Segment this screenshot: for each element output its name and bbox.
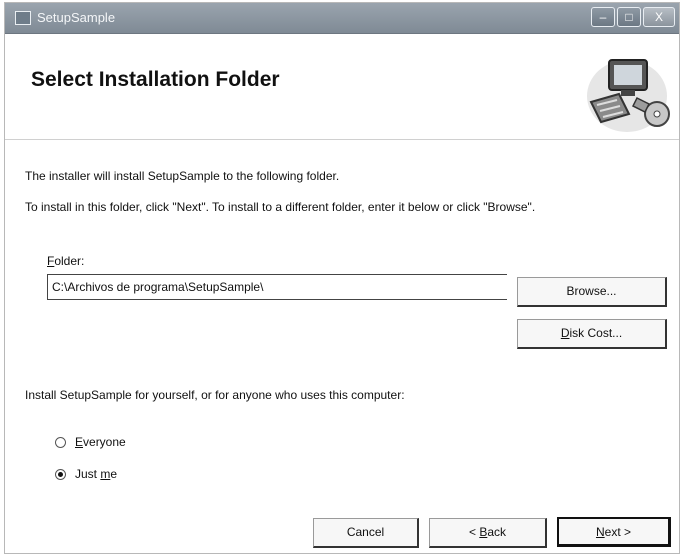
computer-setup-icon — [587, 59, 670, 132]
folder-label-text: older: — [54, 254, 85, 268]
back-prefix: < — [468, 525, 480, 539]
everyone-mnemonic: E — [75, 435, 84, 449]
install-instructions-text: To install in this folder, click "Next".… — [25, 200, 536, 214]
cancel-button[interactable]: Cancel — [313, 518, 419, 548]
just-me-prefix: Just — [75, 467, 101, 481]
radio-selected-dot — [58, 472, 63, 477]
disk-cost-label: isk Cost... — [569, 326, 623, 340]
close-button[interactable]: X — [643, 7, 675, 27]
wizard-header: Select Installation Folder — [5, 34, 679, 140]
title-bar[interactable]: SetupSample – □ X — [5, 3, 679, 34]
everyone-radio[interactable] — [55, 437, 66, 448]
setup-window: SetupSample – □ X Select Installation Fo… — [4, 2, 680, 554]
minimize-button[interactable]: – — [591, 7, 615, 27]
disk-cost-button[interactable]: Disk Cost... — [517, 319, 667, 349]
next-mnemonic: N — [595, 525, 605, 539]
setup-app-icon — [15, 11, 31, 25]
browse-button[interactable]: Browse... — [517, 277, 667, 307]
maximize-button[interactable]: □ — [617, 7, 641, 27]
just-me-label[interactable]: Just me — [75, 467, 117, 481]
just-me-mnemonic: m — [100, 467, 111, 481]
folder-path-input[interactable] — [47, 274, 507, 300]
page-title: Select Installation Folder — [31, 68, 280, 91]
back-label: ack — [487, 525, 507, 539]
everyone-label-text: veryone — [83, 435, 126, 449]
next-button[interactable]: Next > — [557, 517, 671, 547]
install-info-text: The installer will install SetupSample t… — [25, 169, 340, 183]
window-title: SetupSample — [37, 10, 116, 25]
back-button[interactable]: < Back — [429, 518, 547, 548]
just-me-label-text: e — [110, 467, 118, 481]
next-label: ext > — [604, 525, 632, 539]
everyone-label[interactable]: Everyone — [75, 435, 126, 449]
folder-label: Folder: — [47, 254, 84, 268]
install-for-prompt: Install SetupSample for yourself, or for… — [25, 388, 405, 402]
just-me-radio[interactable] — [55, 469, 66, 480]
